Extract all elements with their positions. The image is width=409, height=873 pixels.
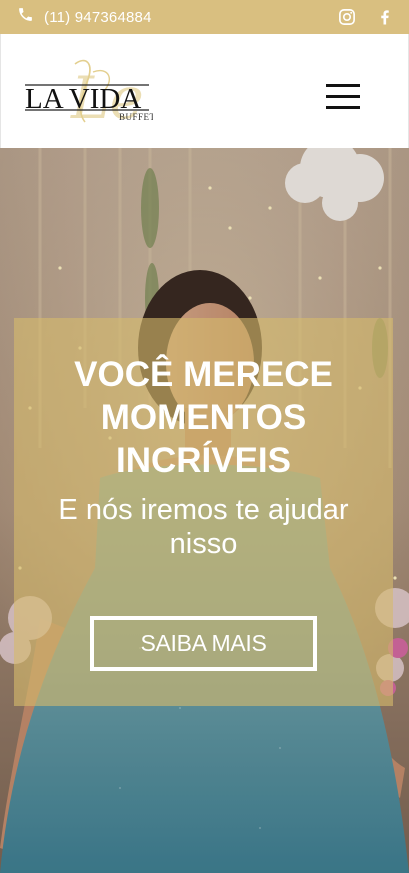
instagram-icon[interactable] — [338, 8, 356, 26]
la-vida-buffet-logo[interactable]: Le LA VIDA BUFFET — [23, 52, 155, 136]
hero-title: VOCÊ MERECE MOMENTOS INCRÍVEIS — [14, 353, 393, 482]
logo-wordmark: LA VIDA — [25, 83, 141, 115]
social-links — [338, 8, 394, 26]
logo-subtitle: BUFFET — [119, 112, 153, 122]
hero-title-line: INCRÍVEIS — [115, 441, 292, 480]
hamburger-menu-icon[interactable] — [326, 84, 360, 110]
hero-subtitle-line: E nós iremos te ajudar — [58, 494, 349, 526]
hero-subtitle-line: nisso — [169, 528, 238, 560]
phone-icon — [17, 6, 34, 28]
phone-contact[interactable]: (11) 947364884 — [17, 6, 152, 28]
hero-title-line: VOCÊ MERECE — [74, 355, 333, 394]
hero-subtitle: E nós iremos te ajudar nisso — [14, 493, 393, 561]
hero-title-line: MOMENTOS — [100, 398, 307, 437]
top-bar: (11) 947364884 — [0, 0, 409, 34]
facebook-icon[interactable] — [376, 8, 394, 26]
saiba-mais-button[interactable]: SAIBA MAIS — [90, 616, 317, 671]
phone-number[interactable]: (11) 947364884 — [44, 9, 152, 26]
site-header: Le LA VIDA BUFFET — [0, 34, 409, 148]
hero-section: VOCÊ MERECE MOMENTOS INCRÍVEIS E nós ire… — [0, 148, 409, 873]
